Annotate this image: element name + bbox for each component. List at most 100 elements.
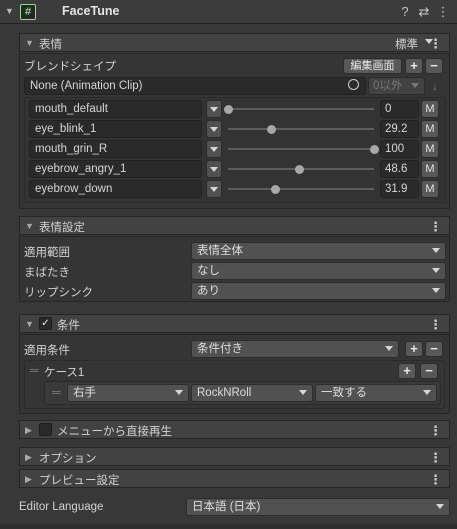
blendshape-select-button[interactable] <box>206 120 222 138</box>
blendshape-value: 0 <box>385 103 392 115</box>
add-button[interactable]: + <box>405 58 423 74</box>
remove-button[interactable]: − <box>425 58 443 74</box>
chevron-down-icon <box>210 107 218 112</box>
case-label: ケース1 <box>44 367 85 379</box>
section-menu-icon[interactable]: ⋮ <box>429 219 442 235</box>
blendshape-slider-track[interactable] <box>228 188 374 190</box>
add-condition-button[interactable]: + <box>398 363 416 379</box>
blendshape-select-button[interactable] <box>206 140 222 158</box>
component-title: FaceTune <box>62 4 120 18</box>
mirror-button[interactable]: M <box>421 180 439 198</box>
preview-header[interactable]: ▶ プレビュー設定 ⋮ <box>19 469 450 488</box>
blendshape-name-field[interactable]: eye_blink_1 <box>29 120 202 138</box>
blendshape-value: 29.2 <box>385 123 408 135</box>
inspector-header: ▼ # FaceTune ? ⇄ ⋮ <box>0 0 457 24</box>
section-menu-icon[interactable]: ⋮ <box>429 36 442 52</box>
add-case-button[interactable]: + <box>405 341 423 357</box>
chevron-down-icon <box>210 147 218 152</box>
blendshape-value: 31.9 <box>385 183 408 195</box>
help-icon[interactable]: ? <box>398 4 412 20</box>
mirror-button[interactable]: M <box>421 140 439 158</box>
fold-arrow-icon[interactable]: ▼ <box>25 221 34 231</box>
mirror-button[interactable]: M <box>421 160 439 178</box>
section-menu-icon[interactable]: ⋮ <box>429 450 442 466</box>
blendshape-value-field[interactable]: 29.2 <box>380 120 419 138</box>
mirror-button[interactable]: M <box>421 120 439 138</box>
setting-value: なし <box>197 265 220 277</box>
chevron-down-icon <box>175 390 183 395</box>
options-title: オプション <box>39 453 97 465</box>
section-menu-icon[interactable]: ⋮ <box>429 317 442 333</box>
apply-condition-value: 条件付き <box>197 343 243 355</box>
conditions-header[interactable]: ▼ ✓ 条件 ⋮ <box>19 314 450 333</box>
chevron-down-icon <box>385 346 393 351</box>
chevron-down-icon <box>210 187 218 192</box>
blendshape-value-field[interactable]: 31.9 <box>380 180 419 198</box>
editor-language-label: Editor Language <box>19 501 104 513</box>
chevron-down-icon <box>432 288 440 293</box>
gesture-value: RockNRoll <box>197 387 252 399</box>
edit-window-button[interactable]: 編集画面 <box>343 58 402 74</box>
mirror-label: M <box>425 103 435 115</box>
drag-handle-icon[interactable]: ═ <box>52 385 61 399</box>
blendshape-value-field[interactable]: 100 <box>380 140 419 158</box>
editor-language-dropdown[interactable]: 日本語 (日本) <box>186 498 450 516</box>
blendshape-slider-track[interactable] <box>228 108 374 110</box>
blendshape-slider-track[interactable] <box>228 148 374 150</box>
blendshape-name-field[interactable]: eyebrow_angry_1 <box>29 160 202 178</box>
remove-condition-button[interactable]: − <box>420 363 438 379</box>
fold-arrow-icon[interactable]: ▼ <box>25 319 34 329</box>
fold-arrow-icon[interactable]: ▼ <box>25 38 34 48</box>
blendshape-value-field[interactable]: 48.6 <box>380 160 419 178</box>
blendshape-slider-knob[interactable] <box>370 145 379 154</box>
fold-arrow-icon[interactable]: ▶ <box>25 474 32 485</box>
mirror-button[interactable]: M <box>421 100 439 118</box>
conditions-checkbox[interactable]: ✓ <box>39 317 52 330</box>
preset-settings-icon[interactable]: ⇄ <box>417 4 431 20</box>
blendshape-value-field[interactable]: 0 <box>380 100 419 118</box>
menu-play-title: メニューから直接再生 <box>57 426 172 438</box>
fold-arrow-icon[interactable]: ▶ <box>25 425 32 436</box>
expression-settings-header[interactable]: ▼ 表情設定 ⋮ <box>19 216 450 235</box>
blendshape-name-field[interactable]: mouth_default <box>29 100 202 118</box>
setting-value: あり <box>197 285 220 297</box>
expression-title: 表情 <box>39 39 62 51</box>
section-menu-icon[interactable]: ⋮ <box>429 423 442 439</box>
object-picker-icon[interactable] <box>348 79 359 90</box>
setting-dropdown[interactable]: なし <box>191 262 446 280</box>
menu-play-header[interactable]: ▶ メニューから直接再生 ⋮ <box>19 420 450 439</box>
blendshape-slider-knob[interactable] <box>224 105 233 114</box>
animation-clip-field[interactable]: None (Animation Clip) <box>24 77 366 95</box>
blendshape-slider-knob[interactable] <box>266 125 276 134</box>
blendshape-value: 48.6 <box>385 163 408 175</box>
filter-dropdown[interactable]: 0以外 <box>368 77 425 95</box>
remove-case-button[interactable]: − <box>425 341 443 357</box>
setting-dropdown[interactable]: 表情全体 <box>191 242 446 260</box>
gesture-dropdown[interactable]: RockNRoll <box>191 384 313 402</box>
context-menu-icon[interactable]: ⋮ <box>436 4 450 20</box>
blendshape-slider-knob[interactable] <box>294 165 304 174</box>
fold-arrow-icon[interactable]: ▶ <box>25 452 32 463</box>
apply-condition-dropdown[interactable]: 条件付き <box>191 340 399 358</box>
blendshape-name-field[interactable]: eyebrow_down <box>29 180 202 198</box>
setting-label: 適用範囲 <box>24 247 70 259</box>
match-dropdown[interactable]: 一致する <box>315 384 437 402</box>
blendshape-select-button[interactable] <box>206 180 222 198</box>
options-header[interactable]: ▶ オプション ⋮ <box>19 447 450 466</box>
drag-handle-icon[interactable]: ═ <box>30 363 39 377</box>
blendshape-slider-knob[interactable] <box>270 185 280 194</box>
collapse-arrow-icon[interactable]: ▼ <box>5 6 14 16</box>
preset-dropdown[interactable]: 標準 <box>395 36 418 52</box>
hand-dropdown[interactable]: 右手 <box>67 384 189 402</box>
blendshape-select-button[interactable] <box>206 160 222 178</box>
menu-play-checkbox[interactable] <box>39 423 52 436</box>
blendshape-select-button[interactable] <box>206 100 222 118</box>
chevron-down-icon <box>436 504 444 509</box>
blendshape-name-field[interactable]: mouth_grin_R <box>29 140 202 158</box>
blendshape-slider-track[interactable] <box>228 128 374 130</box>
mirror-label: M <box>425 143 435 155</box>
expression-section-header[interactable]: ▼ 表情 標準 ⋮ <box>19 33 450 52</box>
sort-arrow-icon[interactable]: ↓ <box>432 79 438 93</box>
setting-dropdown[interactable]: あり <box>191 282 446 300</box>
section-menu-icon[interactable]: ⋮ <box>429 472 442 488</box>
